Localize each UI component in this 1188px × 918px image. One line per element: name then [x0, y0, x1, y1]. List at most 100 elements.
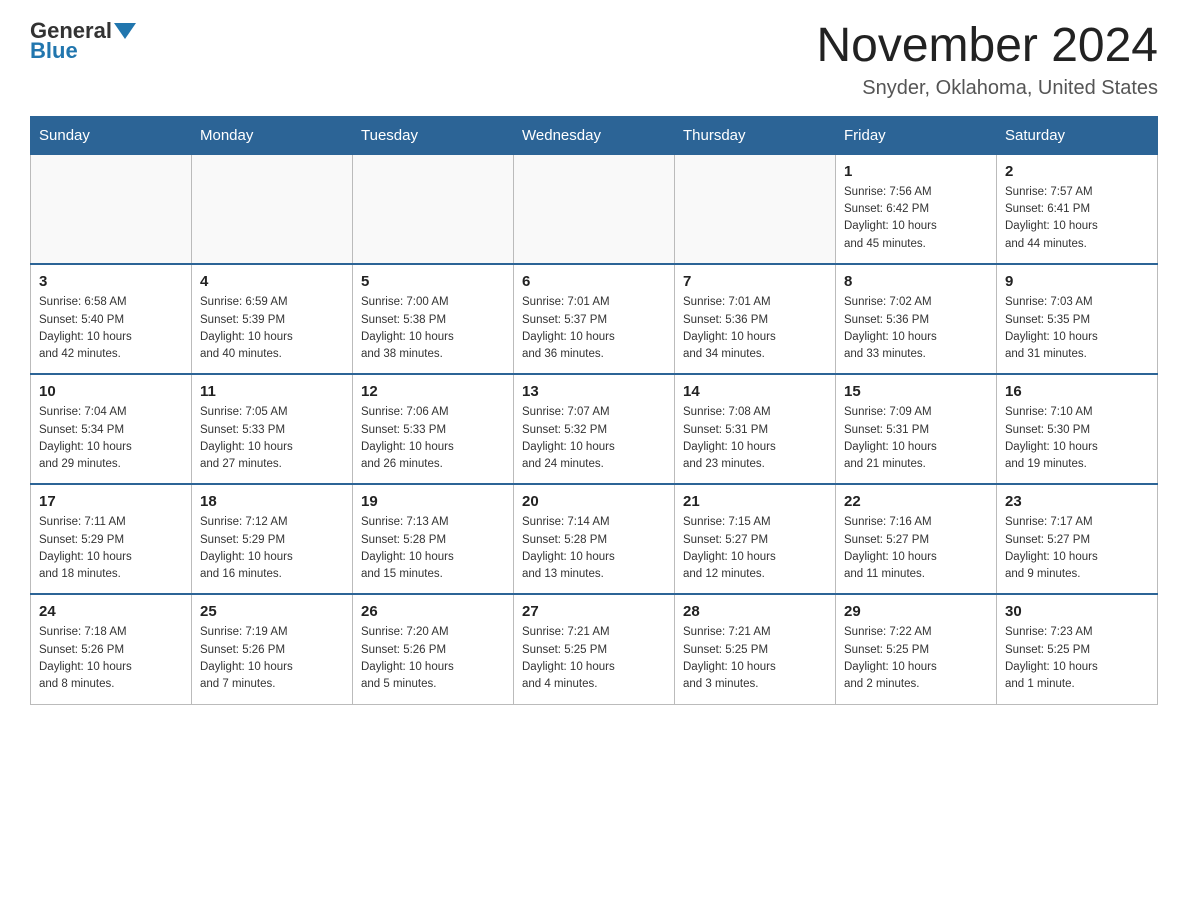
day-info: Sunrise: 7:10 AM Sunset: 5:30 PM Dayligh… [1005, 404, 1149, 473]
day-number: 12 [361, 383, 505, 400]
day-info: Sunrise: 7:17 AM Sunset: 5:27 PM Dayligh… [1005, 514, 1149, 583]
day-info: Sunrise: 7:15 AM Sunset: 5:27 PM Dayligh… [683, 514, 827, 583]
calendar-cell: 21 Sunrise: 7:15 AM Sunset: 5:27 PM Dayli… [675, 484, 836, 594]
day-number: 23 [1005, 493, 1149, 510]
logo: General Blue [30, 20, 136, 62]
calendar-cell: 11 Sunrise: 7:05 AM Sunset: 5:33 PM Dayli… [192, 374, 353, 484]
day-info: Sunrise: 7:18 AM Sunset: 5:26 PM Dayligh… [39, 624, 183, 693]
day-info: Sunrise: 7:22 AM Sunset: 5:25 PM Dayligh… [844, 624, 988, 693]
day-info: Sunrise: 7:01 AM Sunset: 5:37 PM Dayligh… [522, 294, 666, 363]
day-number: 26 [361, 603, 505, 620]
calendar-cell: 1 Sunrise: 7:56 AM Sunset: 6:42 PM Daylig… [836, 154, 997, 264]
calendar-cell: 27 Sunrise: 7:21 AM Sunset: 5:25 PM Dayli… [514, 594, 675, 704]
calendar-cell: 5Sunrise: 7:00 AM Sunset: 5:38 PM Daylig… [353, 264, 514, 374]
calendar-header-sunday: Sunday [31, 116, 192, 154]
day-number: 16 [1005, 383, 1149, 400]
day-info: Sunrise: 7:09 AM Sunset: 5:31 PM Dayligh… [844, 404, 988, 473]
calendar-cell: 29 Sunrise: 7:22 AM Sunset: 5:25 PM Dayli… [836, 594, 997, 704]
calendar-week-row: 17 Sunrise: 7:11 AM Sunset: 5:29 PM Dayli… [31, 484, 1158, 594]
calendar-cell: 23 Sunrise: 7:17 AM Sunset: 5:27 PM Dayli… [997, 484, 1158, 594]
logo-triangle-icon [114, 19, 136, 41]
day-number: 24 [39, 603, 183, 620]
calendar-cell: 28 Sunrise: 7:21 AM Sunset: 5:25 PM Dayli… [675, 594, 836, 704]
day-number: 7 [683, 273, 827, 290]
day-number: 30 [1005, 603, 1149, 620]
day-info: Sunrise: 7:06 AM Sunset: 5:33 PM Dayligh… [361, 404, 505, 473]
day-number: 9 [1005, 273, 1149, 290]
day-info: Sunrise: 7:03 AM Sunset: 5:35 PM Dayligh… [1005, 294, 1149, 363]
calendar-cell [353, 154, 514, 264]
calendar-cell: 22 Sunrise: 7:16 AM Sunset: 5:27 PM Dayli… [836, 484, 997, 594]
calendar-week-row: 1 Sunrise: 7:56 AM Sunset: 6:42 PM Daylig… [31, 154, 1158, 264]
day-info: Sunrise: 7:02 AM Sunset: 5:36 PM Dayligh… [844, 294, 988, 363]
day-number: 6 [522, 273, 666, 290]
day-number: 2 [1005, 163, 1149, 180]
day-info: Sunrise: 7:14 AM Sunset: 5:28 PM Dayligh… [522, 514, 666, 583]
day-number: 17 [39, 493, 183, 510]
day-number: 21 [683, 493, 827, 510]
calendar-cell [514, 154, 675, 264]
day-number: 25 [200, 603, 344, 620]
day-number: 29 [844, 603, 988, 620]
calendar-cell: 14 Sunrise: 7:08 AM Sunset: 5:31 PM Dayli… [675, 374, 836, 484]
calendar-week-row: 24 Sunrise: 7:18 AM Sunset: 5:26 PM Dayli… [31, 594, 1158, 704]
calendar-cell: 12 Sunrise: 7:06 AM Sunset: 5:33 PM Dayli… [353, 374, 514, 484]
calendar-header-thursday: Thursday [675, 116, 836, 154]
day-number: 22 [844, 493, 988, 510]
day-number: 15 [844, 383, 988, 400]
day-number: 8 [844, 273, 988, 290]
day-number: 13 [522, 383, 666, 400]
month-title: November 2024 [816, 20, 1158, 73]
day-info: Sunrise: 7:20 AM Sunset: 5:26 PM Dayligh… [361, 624, 505, 693]
day-info: Sunrise: 7:12 AM Sunset: 5:29 PM Dayligh… [200, 514, 344, 583]
day-number: 10 [39, 383, 183, 400]
day-number: 27 [522, 603, 666, 620]
calendar-cell [192, 154, 353, 264]
calendar-cell: 18 Sunrise: 7:12 AM Sunset: 5:29 PM Dayli… [192, 484, 353, 594]
calendar-cell: 7 Sunrise: 7:01 AM Sunset: 5:36 PM Daylig… [675, 264, 836, 374]
day-info: Sunrise: 7:11 AM Sunset: 5:29 PM Dayligh… [39, 514, 183, 583]
day-info: Sunrise: 7:21 AM Sunset: 5:25 PM Dayligh… [683, 624, 827, 693]
title-section: November 2024 Snyder, Oklahoma, United S… [816, 20, 1158, 100]
day-info: Sunrise: 7:07 AM Sunset: 5:32 PM Dayligh… [522, 404, 666, 473]
calendar-cell: 6 Sunrise: 7:01 AM Sunset: 5:37 PM Daylig… [514, 264, 675, 374]
day-number: 4 [200, 273, 344, 290]
day-info: Sunrise: 7:56 AM Sunset: 6:42 PM Dayligh… [844, 184, 988, 253]
calendar-cell: 26 Sunrise: 7:20 AM Sunset: 5:26 PM Dayli… [353, 594, 514, 704]
day-number: 3 [39, 273, 183, 290]
day-number: 1 [844, 163, 988, 180]
day-info: Sunrise: 7:57 AM Sunset: 6:41 PM Dayligh… [1005, 184, 1149, 253]
day-info: Sunrise: 7:08 AM Sunset: 5:31 PM Dayligh… [683, 404, 827, 473]
calendar-cell: 20 Sunrise: 7:14 AM Sunset: 5:28 PM Dayli… [514, 484, 675, 594]
calendar-header-tuesday: Tuesday [353, 116, 514, 154]
calendar-cell [31, 154, 192, 264]
day-number: 20 [522, 493, 666, 510]
calendar-cell: 17 Sunrise: 7:11 AM Sunset: 5:29 PM Dayli… [31, 484, 192, 594]
calendar-header-row: SundayMondayTuesdayWednesdayThursdayFrid… [31, 116, 1158, 154]
day-info: Sunrise: 7:01 AM Sunset: 5:36 PM Dayligh… [683, 294, 827, 363]
calendar-cell: 3 Sunrise: 6:58 AM Sunset: 5:40 PM Daylig… [31, 264, 192, 374]
calendar-cell: 8 Sunrise: 7:02 AM Sunset: 5:36 PM Daylig… [836, 264, 997, 374]
day-info: Sunrise: 7:04 AM Sunset: 5:34 PM Dayligh… [39, 404, 183, 473]
calendar-header-monday: Monday [192, 116, 353, 154]
day-number: 14 [683, 383, 827, 400]
location-text: Snyder, Oklahoma, United States [816, 77, 1158, 100]
day-info: Sunrise: 7:21 AM Sunset: 5:25 PM Dayligh… [522, 624, 666, 693]
calendar-cell: 30 Sunrise: 7:23 AM Sunset: 5:25 PM Dayli… [997, 594, 1158, 704]
logo-blue-text: Blue [30, 40, 78, 62]
calendar-header-friday: Friday [836, 116, 997, 154]
day-info: Sunrise: 6:58 AM Sunset: 5:40 PM Dayligh… [39, 294, 183, 363]
day-number: 18 [200, 493, 344, 510]
day-number: 28 [683, 603, 827, 620]
day-number: 19 [361, 493, 505, 510]
day-number: 5 [361, 273, 505, 290]
calendar-cell: 9 Sunrise: 7:03 AM Sunset: 5:35 PM Daylig… [997, 264, 1158, 374]
calendar-cell: 19Sunrise: 7:13 AM Sunset: 5:28 PM Dayli… [353, 484, 514, 594]
calendar-cell: 25Sunrise: 7:19 AM Sunset: 5:26 PM Dayli… [192, 594, 353, 704]
calendar-cell: 13 Sunrise: 7:07 AM Sunset: 5:32 PM Dayli… [514, 374, 675, 484]
day-number: 11 [200, 383, 344, 400]
calendar-header-saturday: Saturday [997, 116, 1158, 154]
day-info: Sunrise: 7:05 AM Sunset: 5:33 PM Dayligh… [200, 404, 344, 473]
day-info: Sunrise: 7:23 AM Sunset: 5:25 PM Dayligh… [1005, 624, 1149, 693]
day-info: Sunrise: 7:16 AM Sunset: 5:27 PM Dayligh… [844, 514, 988, 583]
